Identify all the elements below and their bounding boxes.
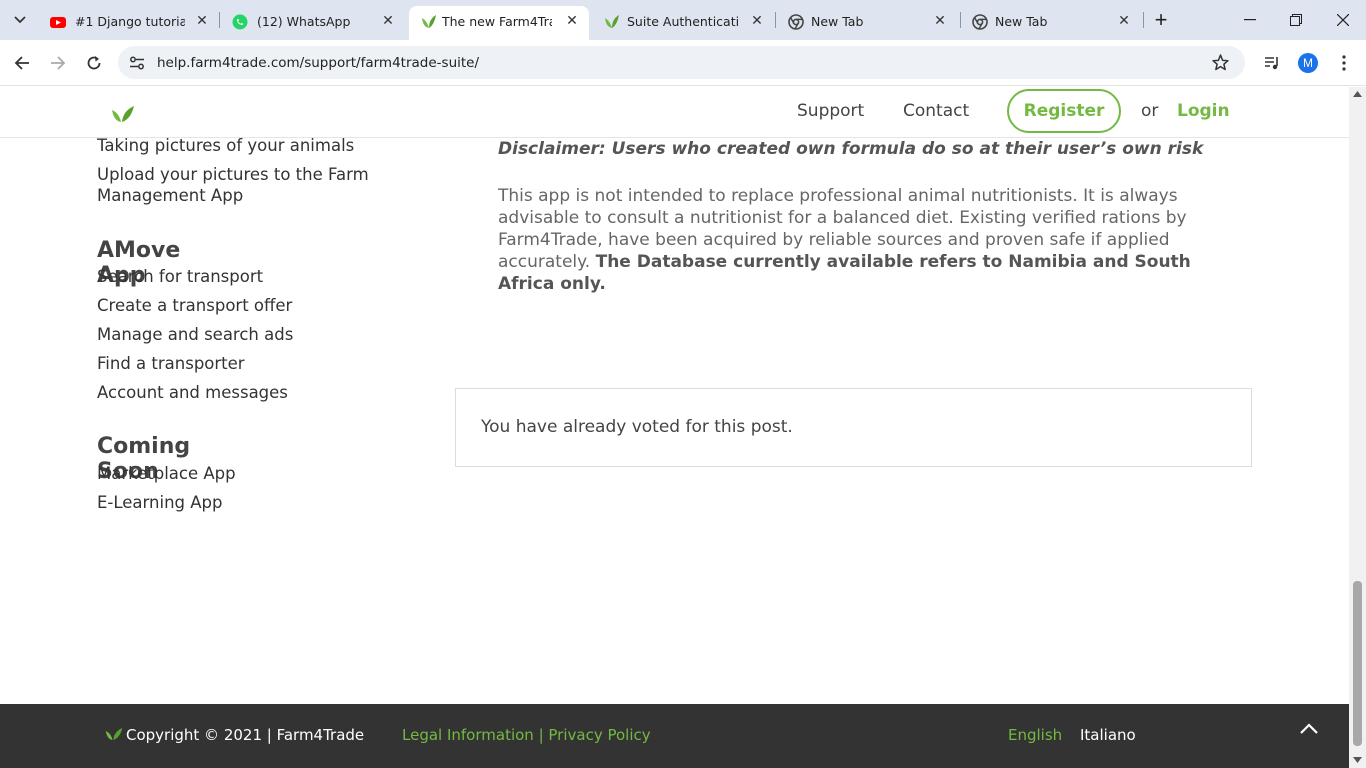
page-scrollbar[interactable] — [1349, 87, 1366, 768]
sidebar-link-account-messages[interactable]: Account and messages — [97, 382, 288, 403]
article-paragraph: This app is not intended to replace prof… — [498, 185, 1213, 295]
tab-title: The new Farm4Trade — [442, 14, 552, 29]
tab-separator — [775, 12, 776, 28]
whatsapp-icon — [232, 14, 248, 30]
media-control-icon[interactable] — [1260, 51, 1284, 75]
farm4trade-leaf-icon — [422, 15, 436, 28]
scroll-down-arrow-icon[interactable] — [1353, 757, 1362, 763]
scroll-up-arrow-icon[interactable] — [1353, 91, 1362, 97]
footer-legal-privacy-link[interactable]: Legal Information | Privacy Policy — [402, 726, 651, 744]
back-arrow-icon[interactable] — [10, 51, 34, 75]
scroll-to-top-chevron-icon[interactable] — [1299, 722, 1319, 736]
url-text[interactable]: help.farm4trade.com/support/farm4trade-s… — [157, 55, 479, 71]
disclaimer-text: Disclaimer: Users who created own formul… — [498, 139, 1204, 159]
tab-separator — [960, 12, 961, 28]
forward-arrow-icon[interactable] — [46, 51, 70, 75]
new-tab-plus-icon[interactable]: + — [1149, 7, 1173, 32]
tab-new-tab-1[interactable]: New Tab ✕ — [778, 6, 958, 40]
sidebar-link-marketplace[interactable]: Marketplace App — [97, 463, 236, 484]
tab-search-icon[interactable] — [8, 8, 32, 32]
site-header: Support Contact Register or Login — [0, 87, 1349, 138]
tab-new-tab-2[interactable]: New Tab ✕ — [962, 6, 1142, 40]
tab-suite-auth[interactable]: Suite Authentication- ✕ — [592, 6, 772, 40]
close-icon[interactable]: ✕ — [194, 13, 210, 29]
vote-notice-box: You have already voted for this post. — [455, 388, 1252, 467]
minimize-icon[interactable] — [1238, 8, 1262, 32]
or-label: or — [1141, 101, 1159, 121]
close-icon[interactable]: ✕ — [380, 13, 396, 29]
tab-title: New Tab — [995, 14, 1048, 29]
sidebar-link-search-transport[interactable]: Search for transport — [97, 266, 263, 287]
nav-support[interactable]: Support — [797, 101, 864, 121]
farm4trade-leaf-icon — [105, 728, 123, 740]
address-bar[interactable]: help.farm4trade.com/support/farm4trade-s… — [118, 46, 1245, 79]
sidebar-link-find-transporter[interactable]: Find a transporter — [97, 353, 245, 374]
site-footer: Copyright © 2021 | Farm4Trade Legal Info… — [0, 704, 1349, 768]
close-icon[interactable]: ✕ — [749, 13, 765, 29]
vote-message: You have already voted for this post. — [481, 417, 793, 437]
browser-tab-strip: #1 Django tutorials | V ✕ (12) WhatsApp … — [0, 0, 1366, 40]
sidebar-link-create-offer[interactable]: Create a transport offer — [97, 295, 292, 316]
youtube-icon — [50, 17, 66, 28]
restore-icon[interactable] — [1284, 8, 1308, 32]
farm4trade-logo-icon[interactable] — [111, 105, 135, 123]
close-icon[interactable]: ✕ — [1116, 13, 1132, 29]
close-icon[interactable]: ✕ — [564, 13, 580, 29]
register-button[interactable]: Register — [1007, 89, 1121, 133]
sidebar-link-elearning[interactable]: E-Learning App — [97, 492, 223, 513]
sidebar-link-upload-pictures[interactable]: Upload your pictures to the Farm — [97, 164, 369, 185]
chrome-icon — [972, 14, 988, 30]
sidebar-link-manage-ads[interactable]: Manage and search ads — [97, 324, 293, 345]
login-link[interactable]: Login — [1177, 101, 1230, 121]
footer-copyright: Copyright © 2021 | Farm4Trade — [126, 726, 365, 744]
tab-title: (12) WhatsApp — [257, 14, 351, 29]
reload-icon[interactable] — [82, 51, 106, 75]
tab-separator — [219, 12, 220, 28]
window-close-icon[interactable] — [1331, 8, 1355, 32]
language-english[interactable]: English — [1008, 726, 1062, 744]
close-icon[interactable]: ✕ — [932, 13, 948, 29]
chrome-icon — [788, 14, 804, 30]
tab-whatsapp[interactable]: (12) WhatsApp ✕ — [222, 6, 404, 40]
tab-farm4trade-active[interactable]: The new Farm4Trade ✕ — [409, 6, 589, 40]
sidebar-link-upload-pictures-cont[interactable]: Management App — [97, 185, 243, 206]
tab-title: New Tab — [811, 14, 864, 29]
nav-contact[interactable]: Contact — [903, 101, 969, 121]
browser-toolbar: help.farm4trade.com/support/farm4trade-s… — [0, 40, 1366, 86]
tab-django[interactable]: #1 Django tutorials | V ✕ — [38, 6, 218, 40]
article-body-bold: The Database currently available refers … — [498, 252, 1191, 294]
site-settings-icon[interactable] — [129, 55, 145, 71]
language-italiano[interactable]: Italiano — [1080, 726, 1136, 744]
bookmark-star-icon[interactable] — [1212, 54, 1229, 71]
sidebar-link-taking-pictures[interactable]: Taking pictures of your animals — [97, 135, 354, 156]
tab-separator — [1143, 12, 1144, 28]
scrollbar-thumb[interactable] — [1353, 581, 1362, 746]
tab-title: #1 Django tutorials | V — [75, 14, 185, 29]
farm4trade-leaf-icon — [605, 15, 619, 28]
tab-title: Suite Authentication- — [627, 14, 739, 29]
avatar: M — [1298, 53, 1318, 73]
profile-avatar[interactable]: M — [1296, 51, 1320, 75]
menu-kebab-icon[interactable] — [1332, 51, 1356, 75]
